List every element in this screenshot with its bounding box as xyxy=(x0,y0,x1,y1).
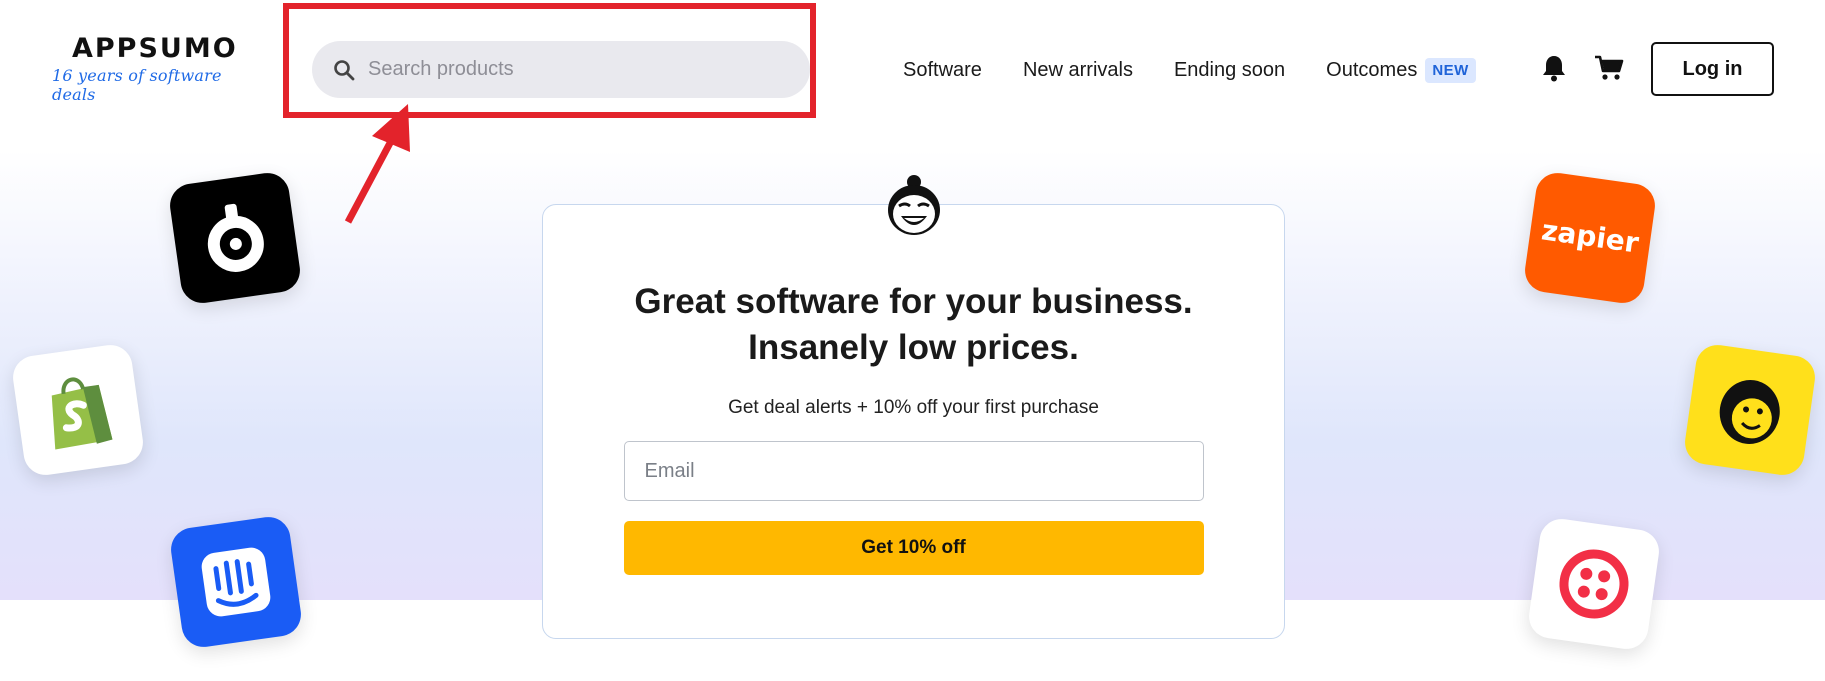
app-icon-black xyxy=(167,170,303,306)
nav-software[interactable]: Software xyxy=(903,56,982,84)
zapier-label: zapier xyxy=(1540,213,1641,259)
nav-new-arrivals[interactable]: New arrivals xyxy=(1023,56,1133,84)
shopify-app-icon xyxy=(10,342,146,478)
twilio-icon xyxy=(1559,549,1629,619)
annotation-arrow xyxy=(344,104,410,224)
intercom-icon xyxy=(201,547,271,617)
bell-icon[interactable] xyxy=(1541,54,1567,82)
logo-wordmark: APPSUMO xyxy=(72,33,238,64)
shopify-icon xyxy=(51,377,113,450)
record-app-icon xyxy=(207,203,264,272)
mailchimp-app-icon xyxy=(1682,342,1818,478)
intercom-app-icon xyxy=(168,514,304,650)
zapier-logo: zapier xyxy=(1540,213,1641,259)
twilio-app-icon xyxy=(1526,516,1662,652)
nav-ending-soon[interactable]: Ending soon xyxy=(1174,56,1285,84)
signup-card: Great software for your business. Insane… xyxy=(542,204,1285,639)
email-field[interactable] xyxy=(623,441,1204,501)
mascot-icon xyxy=(888,175,940,235)
mailchimp-icon xyxy=(1719,380,1780,444)
hero-subtitle: Get deal alerts + 10% off your first pur… xyxy=(728,397,1099,418)
appsumo-logo[interactable]: APPSUMO 16 years of software deals xyxy=(52,33,252,105)
nav-outcomes[interactable]: Outcomes xyxy=(1326,56,1417,84)
main-nav: Software New arrivals Ending soon Outcom… xyxy=(903,56,1476,84)
hero-title: Great software for your business. Insane… xyxy=(634,282,1193,367)
logo-tagline: 16 years of software deals xyxy=(52,66,222,104)
get-discount-button[interactable]: Get 10% off xyxy=(623,521,1204,575)
login-button[interactable]: Log in xyxy=(1651,42,1774,96)
zapier-app-icon: zapier xyxy=(1522,170,1658,306)
cart-icon[interactable] xyxy=(1594,54,1624,82)
new-badge: NEW xyxy=(1425,57,1476,83)
